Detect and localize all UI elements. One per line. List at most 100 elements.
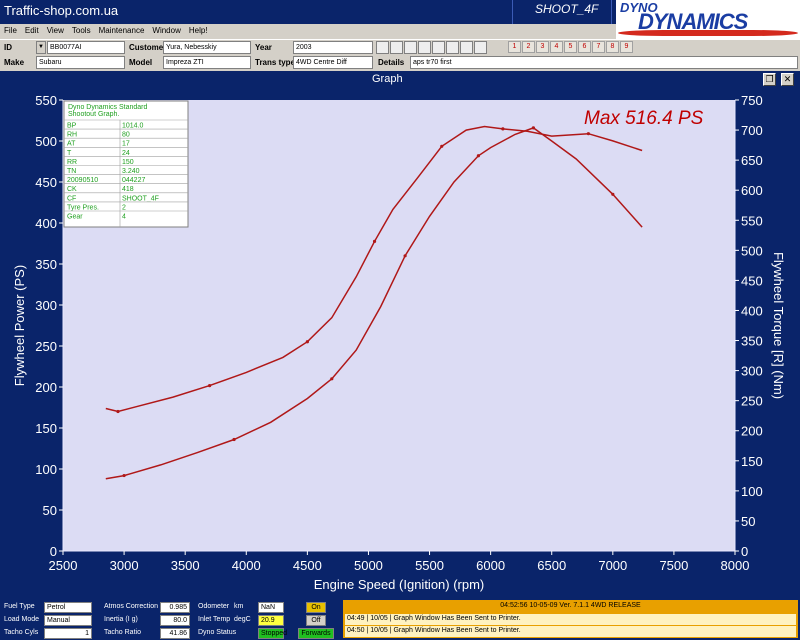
- menu-file[interactable]: File: [0, 24, 21, 35]
- y-right-tick-label: 550: [741, 213, 763, 228]
- run-button-8[interactable]: 8: [606, 41, 619, 53]
- info-table-key: RR: [67, 159, 77, 166]
- curve-point: [440, 144, 444, 148]
- x-axis-title: Engine Speed (Ignition) (rpm): [314, 577, 485, 592]
- details-field[interactable]: aps tr70 first: [410, 56, 798, 69]
- run-button-4[interactable]: 4: [550, 41, 563, 53]
- log-line: 04:49 | 10/05 | Graph Window Has Been Se…: [345, 614, 796, 625]
- close-icon[interactable]: ✕: [781, 73, 794, 86]
- odometer-field: NaN: [258, 602, 284, 613]
- id-label: ID: [4, 43, 12, 52]
- info-table-value: 80: [122, 132, 130, 139]
- graph-window-title-bar: Graph ❐ ✕: [0, 71, 800, 88]
- app-title: Traffic-shop.com.ua: [4, 3, 119, 18]
- menu-help[interactable]: Help!: [185, 24, 212, 35]
- x-tick-label: 6000: [476, 558, 505, 573]
- x-tick-label: 3500: [171, 558, 200, 573]
- menu-view[interactable]: View: [43, 24, 68, 35]
- info-table-key: Gear: [67, 214, 83, 221]
- curve-point: [531, 126, 536, 130]
- run-button-7[interactable]: 7: [592, 41, 605, 53]
- info-table-key: Tyre Pres.: [67, 204, 99, 211]
- curve-point: [586, 132, 590, 136]
- tacho-ratio-label: Tacho Ratio: [104, 629, 141, 636]
- off-button[interactable]: Off: [306, 615, 326, 626]
- run-button-6[interactable]: 6: [578, 41, 591, 53]
- y-right-tick-label: 700: [741, 123, 763, 138]
- inlet-temp-label: Inlet Temp: [198, 616, 231, 623]
- y-left-tick-label: 150: [35, 421, 57, 436]
- make-field[interactable]: Subaru: [36, 56, 125, 69]
- x-tick-label: 3000: [110, 558, 139, 573]
- x-tick-label: 7500: [659, 558, 688, 573]
- toolbar-table-icon[interactable]: [446, 41, 459, 54]
- dyno-chart: 2500 3000 3500 4000 4500 5000 5500 6000 6500 7000…: [12, 93, 786, 592]
- year-field[interactable]: 2003: [293, 41, 373, 54]
- model-field[interactable]: Impreza ZTI: [163, 56, 251, 69]
- log-line: 04:50 | 10/05 | Graph Window Has Been Se…: [345, 626, 796, 637]
- graph-window-title: Graph: [372, 73, 403, 85]
- menu-window[interactable]: Window: [148, 24, 184, 35]
- y-left-tick-label: 0: [50, 544, 57, 559]
- y-right-tick-label: 0: [741, 544, 748, 559]
- run-button-5[interactable]: 5: [564, 41, 577, 53]
- info-table-title: Dyno Dynamics Standard: [68, 104, 147, 111]
- log-header: 04:52:56 10-05-09 Ver. 7.1.1 4WD RELEASE: [500, 602, 641, 609]
- run-button-1[interactable]: 1: [508, 41, 521, 53]
- toolbar-print-icon[interactable]: [474, 41, 487, 54]
- run-button-9[interactable]: 9: [620, 41, 633, 53]
- curve-point: [476, 154, 481, 158]
- atmos-correction-label: Atmos Correction: [104, 603, 159, 610]
- customer-field[interactable]: Yura, Nebesskiy: [163, 41, 251, 54]
- info-table-key: T: [67, 150, 72, 157]
- dyno-dynamics-logo: DYNO DYNAMICS: [616, 0, 800, 40]
- details-label: Details: [378, 58, 405, 67]
- info-table-value: 150: [122, 159, 134, 166]
- model-label: Model: [129, 58, 153, 67]
- info-table-title: Shootout Graph.: [68, 111, 119, 118]
- shoot-label: SHOOT_4F: [535, 2, 599, 16]
- forwards-button[interactable]: Forwards: [298, 628, 334, 639]
- y-right-tick-label: 350: [741, 334, 763, 349]
- y-right-tick-label: 250: [741, 394, 763, 409]
- fuel-type-field[interactable]: Petrol: [44, 602, 92, 613]
- run-button-2[interactable]: 2: [522, 41, 535, 53]
- toolbar-chart-icon[interactable]: [418, 41, 431, 54]
- restore-icon[interactable]: ❐: [763, 73, 776, 86]
- info-table-value: SHOOT_4F: [122, 195, 159, 202]
- info-table-key: CF: [67, 195, 76, 202]
- y-left-tick-label: 450: [35, 175, 57, 190]
- trans-type-field[interactable]: 4WD Centre Diff: [293, 56, 373, 69]
- toolbar-graph-icon[interactable]: [432, 41, 445, 54]
- menu-tools[interactable]: Tools: [68, 24, 95, 35]
- toolbar-edit-icon[interactable]: [390, 41, 403, 54]
- x-tick-label: 7000: [598, 558, 627, 573]
- info-row-1: ID ▼ BB0077AI Customer Yura, Nebesskiy Y…: [0, 40, 800, 55]
- fuel-type-label: Fuel Type: [4, 603, 35, 610]
- toolbar-list-icon[interactable]: [460, 41, 473, 54]
- id-dropdown-icon[interactable]: ▼: [36, 41, 46, 54]
- id-field[interactable]: BB0077AI: [47, 41, 125, 54]
- dyno-status-value: Stopped: [258, 628, 287, 639]
- y-right-tick-label: 650: [741, 153, 763, 168]
- y-right-tick-label: 150: [741, 454, 763, 469]
- menu-bar: File Edit View Tools Maintenance Window Help!: [0, 24, 616, 39]
- toolbar-copy-icon[interactable]: [404, 41, 417, 54]
- curve-point: [330, 377, 334, 381]
- menu-edit[interactable]: Edit: [21, 24, 43, 35]
- menu-maintenance[interactable]: Maintenance: [95, 24, 149, 35]
- y-left-tick-label: 250: [35, 339, 57, 354]
- x-tick-label: 5000: [354, 558, 383, 573]
- run-button-3[interactable]: 3: [536, 41, 549, 53]
- toolbar-save-icon[interactable]: [376, 41, 389, 54]
- y-right-tick-label: 300: [741, 364, 763, 379]
- y-right-tick-label: 500: [741, 243, 763, 258]
- y-right-tick-label: 450: [741, 273, 763, 288]
- x-tick-label: 5500: [415, 558, 444, 573]
- load-mode-select[interactable]: Manual: [44, 615, 92, 626]
- info-table-key: 20090510: [67, 177, 98, 184]
- x-tick-label: 8000: [721, 558, 750, 573]
- tacho-cyls-select[interactable]: 1: [44, 628, 92, 639]
- on-button[interactable]: On: [306, 602, 326, 613]
- dyno-graph: 2500 3000 3500 4000 4500 5000 5500 6000 6500 7000…: [0, 88, 800, 598]
